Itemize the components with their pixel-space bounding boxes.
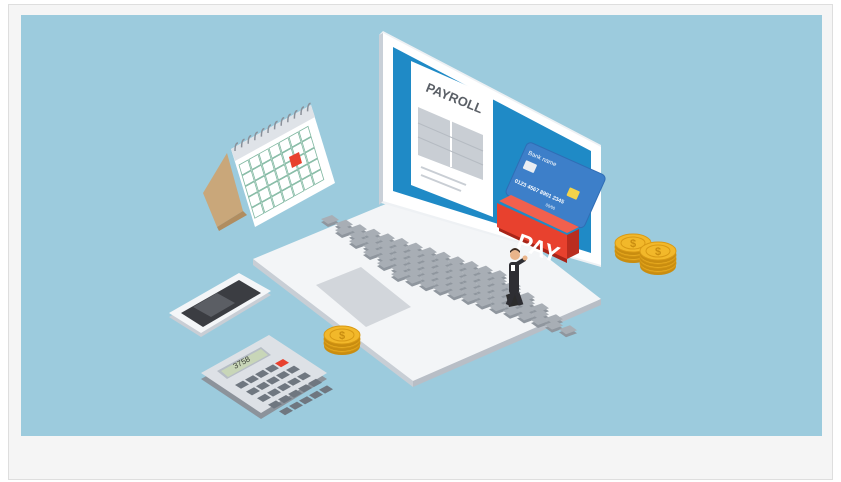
coin-stack-right: $$ [614,233,677,275]
smartphone [169,273,271,337]
coin-symbol: $ [339,330,345,342]
calculator: 3758 [201,335,333,419]
calculator-key [289,401,303,410]
calculator-key [319,385,333,394]
coin-symbol: $ [630,238,636,250]
coin-symbol: $ [655,246,661,258]
calculator-key [279,407,293,416]
payroll-illustration: PAYROLL Bank name 0123 4567 8901 2345 00… [21,15,822,436]
calculator-key [309,390,323,399]
calendar [203,102,335,231]
calculator-key [299,396,313,405]
coin-stack-middle: $ [323,325,361,355]
